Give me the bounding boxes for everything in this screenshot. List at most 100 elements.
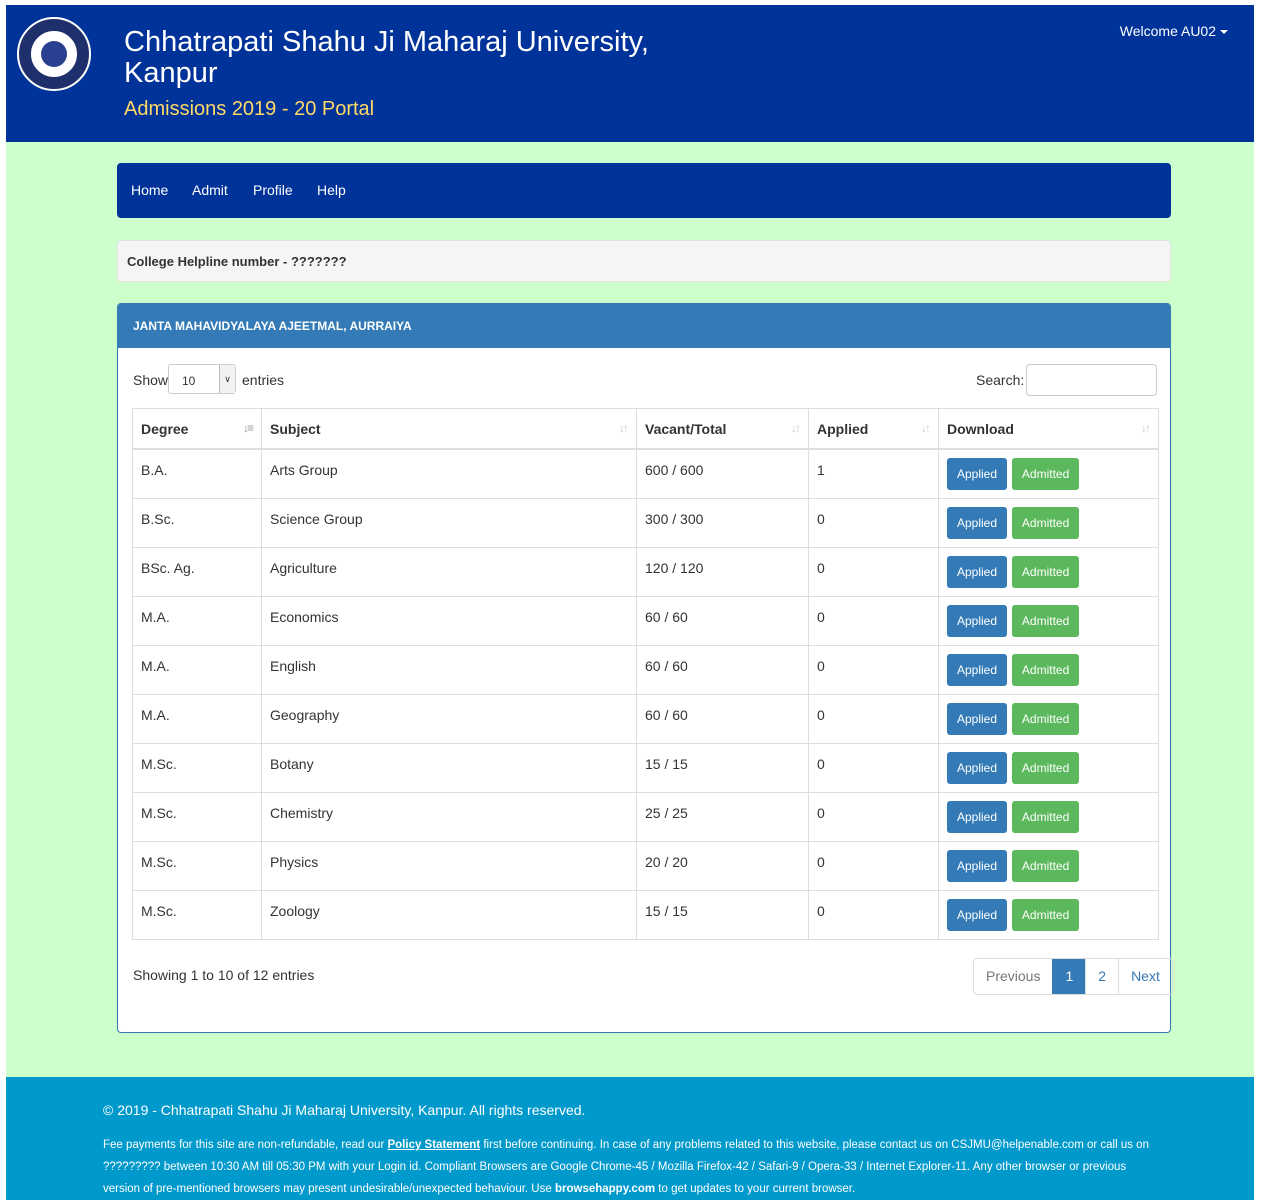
applied-download-button[interactable]: Applied	[947, 604, 1008, 637]
applied-download-button[interactable]: Applied	[947, 702, 1008, 735]
admitted-download-button[interactable]: Admitted	[1011, 800, 1080, 833]
entries-value: 10	[182, 374, 196, 388]
applied-count-cell: 0	[808, 693, 939, 744]
applied-count-cell: 0	[808, 497, 939, 548]
nav-profile[interactable]: Profile	[253, 182, 293, 198]
vacant-total-cell: 15 / 15	[636, 742, 809, 793]
download-cell: Applied Admitted	[938, 693, 1159, 744]
next-button[interactable]: Next	[1118, 959, 1172, 994]
search-label: Search:	[976, 372, 1025, 388]
page-frame: Chhatrapati Shahu Ji Maharaj University,…	[6, 5, 1254, 1200]
user-menu[interactable]: Welcome AU02	[1120, 23, 1228, 39]
page-1-button[interactable]: 1	[1052, 959, 1086, 994]
search-input[interactable]	[1026, 364, 1157, 396]
disclaimer-text: Fee payments for this site are non-refun…	[103, 1139, 1149, 1195]
nav-help[interactable]: Help	[317, 182, 346, 198]
vacant-total-cell: 600 / 600	[636, 448, 809, 499]
admitted-download-button[interactable]: Admitted	[1011, 653, 1080, 686]
applied-download-button[interactable]: Applied	[947, 458, 1008, 490]
admitted-download-button[interactable]: Admitted	[1011, 458, 1080, 490]
subject-cell: Physics	[261, 840, 637, 891]
applied-count-cell: 0	[808, 644, 939, 695]
subject-cell: Geography	[261, 693, 637, 744]
pagination: Previous 1 2 Next	[973, 958, 1173, 995]
degree-cell: M.Sc.	[132, 791, 262, 842]
applied-count-cell: 0	[808, 595, 939, 646]
vacant-total-cell: 25 / 25	[636, 791, 809, 842]
applied-download-button[interactable]: Applied	[947, 849, 1008, 882]
degree-cell: M.Sc.	[132, 742, 262, 793]
entries-label: entries	[242, 372, 285, 388]
admitted-download-button[interactable]: Admitted	[1011, 604, 1080, 637]
admitted-download-button[interactable]: Admitted	[1011, 702, 1080, 735]
degree-cell: M.Sc.	[132, 889, 262, 940]
subject-cell: Economics	[261, 595, 637, 646]
university-logo-icon	[17, 17, 91, 91]
degree-cell: B.A.	[132, 448, 262, 499]
column-download[interactable]: Download ↓↑	[938, 408, 1159, 450]
applied-download-button[interactable]: Applied	[947, 653, 1008, 686]
chevron-down-icon: ∨	[219, 365, 235, 393]
college-name: JANTA MAHAVIDYALAYA AJEETMAL, AURRAIYA	[133, 319, 412, 333]
column-applied[interactable]: Applied ↓↑	[808, 408, 939, 450]
policy-statement-link[interactable]: Policy Statement	[387, 1139, 480, 1151]
subject-cell: English	[261, 644, 637, 695]
nav-admit[interactable]: Admit	[192, 182, 228, 198]
table-row: M.Sc. Physics 20 / 20 0 Applied Admitted	[132, 840, 1159, 891]
panel-heading: JANTA MAHAVIDYALAYA AJEETMAL, AURRAIYA	[118, 304, 1170, 348]
vacant-total-cell: 60 / 60	[636, 595, 809, 646]
entries-select[interactable]: 10 ∨	[168, 364, 236, 394]
applied-download-button[interactable]: Applied	[947, 506, 1008, 539]
download-cell: Applied Admitted	[938, 742, 1159, 793]
download-cell: Applied Admitted	[938, 644, 1159, 695]
degree-cell: M.A.	[132, 693, 262, 744]
portal-name: Admissions 2019 - 20 Portal	[124, 98, 375, 120]
download-cell: Applied Admitted	[938, 791, 1159, 842]
column-subject[interactable]: Subject ↓↑	[261, 408, 637, 450]
applied-download-button[interactable]: Applied	[947, 751, 1008, 784]
table-row: M.Sc. Botany 15 / 15 0 Applied Admitted	[132, 742, 1159, 793]
column-degree[interactable]: Degree ↓≡	[132, 408, 262, 450]
applied-download-button[interactable]: Applied	[947, 800, 1008, 833]
vacant-total-cell: 20 / 20	[636, 840, 809, 891]
admitted-download-button[interactable]: Admitted	[1011, 898, 1080, 931]
admitted-download-button[interactable]: Admitted	[1011, 506, 1080, 539]
download-cell: Applied Admitted	[938, 497, 1159, 548]
subject-cell: Agriculture	[261, 546, 637, 597]
college-panel: JANTA MAHAVIDYALAYA AJEETMAL, AURRAIYA S…	[117, 303, 1173, 1033]
table-row: BSc. Ag. Agriculture 120 / 120 0 Applied Adm…	[132, 546, 1159, 597]
column-vacant-total[interactable]: Vacant/Total ↓↑	[636, 408, 809, 450]
admitted-download-button[interactable]: Admitted	[1011, 849, 1080, 882]
sort-icon: ↓↑	[619, 421, 629, 435]
browsehappy-link[interactable]: browsehappy.com	[555, 1183, 655, 1195]
nav-home[interactable]: Home	[131, 182, 168, 198]
vacant-total-cell: 60 / 60	[636, 693, 809, 744]
applied-count-cell: 0	[808, 546, 939, 597]
applied-download-button[interactable]: Applied	[947, 898, 1008, 931]
table-info: Showing 1 to 10 of 12 entries	[133, 967, 315, 983]
helpline-text: College Helpline number - ???????	[127, 254, 347, 269]
sort-icon: ↓↑	[1141, 421, 1151, 435]
admitted-download-button[interactable]: Admitted	[1011, 555, 1080, 588]
download-cell: Applied Admitted	[938, 546, 1159, 597]
welcome-text: Welcome AU02	[1119, 23, 1216, 39]
admitted-download-button[interactable]: Admitted	[1011, 751, 1080, 784]
show-label: Show	[133, 372, 169, 388]
applied-count-cell: 0	[808, 840, 939, 891]
subject-cell: Botany	[261, 742, 637, 793]
table-row: B.A. Arts Group 600 / 600 1 Applied Admitted	[132, 448, 1159, 499]
page-2-button[interactable]: 2	[1085, 959, 1118, 994]
degree-cell: M.A.	[132, 595, 262, 646]
applied-download-button[interactable]: Applied	[947, 555, 1008, 588]
degree-cell: M.A.	[132, 644, 262, 695]
table-row: M.A. Economics 60 / 60 0 Applied Admitted	[132, 595, 1159, 646]
site-footer: © 2019 - Chhatrapati Shahu Ji Maharaj Un…	[6, 1077, 1254, 1200]
courses-table: Degree ↓≡ Subject ↓↑ Vacant/Total ↓↑ Applie…	[132, 408, 1159, 940]
helpline-well: College Helpline number - ???????	[117, 240, 1171, 282]
vacant-total-cell: 15 / 15	[636, 889, 809, 940]
table-row: M.Sc. Chemistry 25 / 25 0 Applied Admitted	[132, 791, 1159, 842]
table-row: M.Sc. Zoology 15 / 15 0 Applied Admitted	[132, 889, 1159, 940]
degree-cell: M.Sc.	[132, 840, 262, 891]
previous-button[interactable]: Previous	[974, 959, 1052, 994]
sort-icon: ↓↑	[921, 421, 931, 435]
